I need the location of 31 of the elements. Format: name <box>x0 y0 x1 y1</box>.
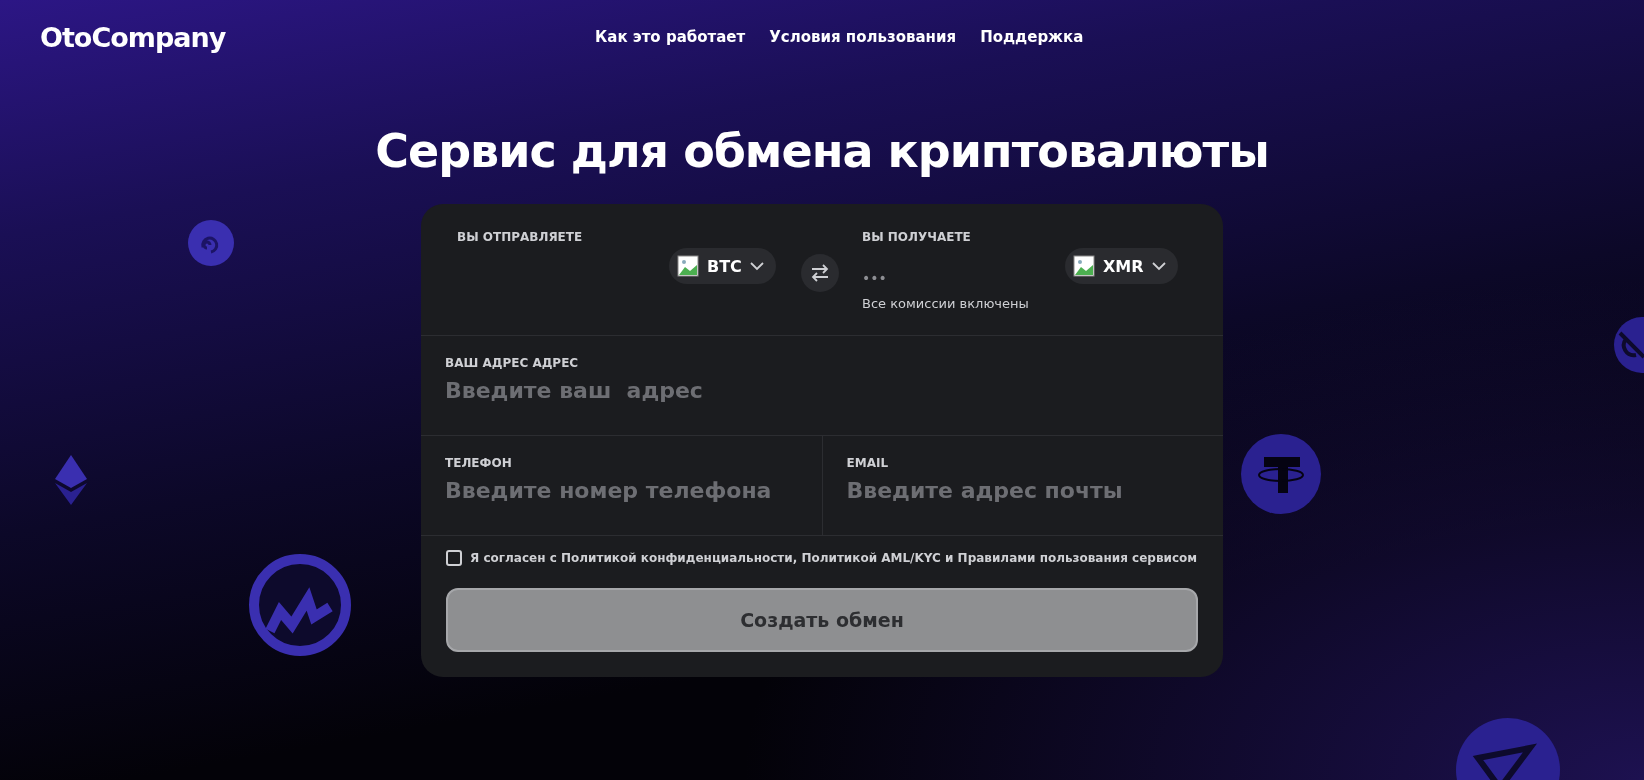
text-input[interactable]: Введите номер телефона <box>445 478 798 503</box>
ethereum-icon <box>55 455 87 505</box>
amount-value: ••• <box>862 270 887 286</box>
text-input[interactable]: Введите адрес почты <box>846 478 1199 503</box>
broken-image-icon <box>677 255 699 277</box>
logo[interactable]: OtoCompany <box>40 21 595 53</box>
agreement-text: Я согласен с Политикой конфиденциальности, Политикой AML/KYC и Правилами пользования сервисом <box>470 551 1198 565</box>
nav-link[interactable]: Поддержка <box>980 28 1084 46</box>
coin-icon <box>1614 317 1644 373</box>
monero-coin-icon <box>248 553 352 657</box>
swap-button[interactable] <box>801 254 839 292</box>
chevron-down-icon <box>1151 261 1166 271</box>
tether-coin-icon <box>1240 433 1322 515</box>
field-label: ВАШ АДРЕС АДРЕС <box>445 356 579 370</box>
chevron-down-icon <box>749 261 764 271</box>
fee-note: Все комиссии включены <box>862 296 1029 311</box>
nav-link[interactable]: Условия пользования <box>769 28 957 46</box>
address-input[interactable]: Введите ваш адрес <box>445 378 1199 403</box>
field-label: EMAIL <box>846 456 889 470</box>
coin-icon <box>1456 718 1560 780</box>
dash-coin-icon <box>188 220 234 266</box>
page-title: Сервис для обмена криптовалюты <box>374 124 1270 178</box>
agreement-checkbox[interactable] <box>446 550 462 566</box>
nav-link[interactable]: Как это работает <box>595 28 746 46</box>
broken-image-icon <box>1073 255 1095 277</box>
swap-arrows-icon <box>810 264 830 282</box>
field-label: ТЕЛЕФОН <box>445 456 512 470</box>
field-label: ВЫ ОТПРАВЛЯЕТЕ <box>457 230 583 244</box>
field-label: ВЫ ПОЛУЧАЕТЕ <box>862 230 971 244</box>
currency-select[interactable]: XMR <box>1065 248 1178 284</box>
currency-select[interactable]: BTC <box>669 248 776 284</box>
